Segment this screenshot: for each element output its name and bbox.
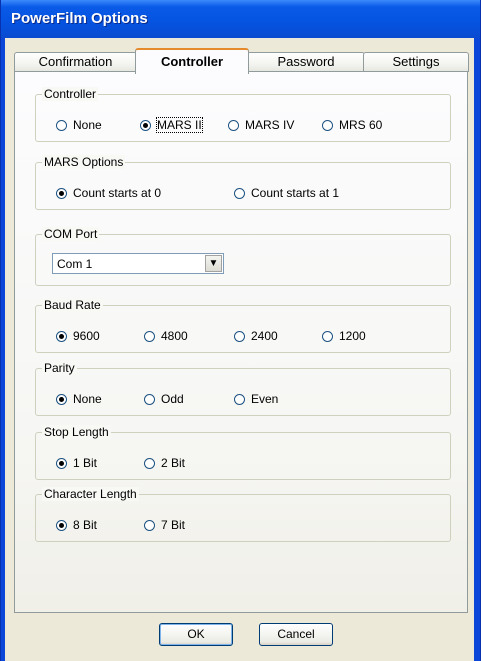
radio-indicator (144, 394, 155, 405)
com-port-value: Com 1 (57, 257, 93, 271)
controller-radio-mrs-60[interactable]: MRS 60 (322, 117, 382, 133)
radio-indicator-checked (140, 120, 151, 131)
radio-indicator (234, 188, 245, 199)
controller-radio-none[interactable]: None (56, 117, 102, 133)
dialog-client: Confirmation Controller Password Setting… (5, 38, 474, 661)
controller-tab-panel: Controller None MARS II MARS IV MRS 60 M… (14, 71, 468, 613)
baud-rate-group-label: Baud Rate (42, 298, 103, 312)
radio-indicator-checked (56, 458, 67, 469)
radio-indicator (144, 520, 155, 531)
chevron-down-icon[interactable]: ▼ (205, 255, 222, 272)
tab-strip: Confirmation Controller Password Setting… (14, 48, 470, 74)
radio-indicator (144, 458, 155, 469)
window-title: PowerFilm Options (11, 10, 148, 27)
baud-radio-1200[interactable]: 1200 (322, 328, 366, 344)
baud-radio-9600[interactable]: 9600 (56, 328, 100, 344)
radio-indicator (234, 331, 245, 342)
com-port-group-label: COM Port (42, 227, 100, 241)
parity-group-label: Parity (42, 361, 77, 375)
stop-radio-1-bit[interactable]: 1 Bit (56, 455, 97, 471)
stop-length-group: Stop Length 1 Bit 2 Bit (35, 425, 451, 480)
radio-indicator (56, 120, 67, 131)
radio-indicator (322, 331, 333, 342)
cancel-button[interactable]: Cancel (259, 623, 333, 646)
mars-options-group: MARS Options Count starts at 0 Count sta… (35, 155, 451, 210)
com-port-select[interactable]: Com 1 ▼ (52, 253, 224, 274)
char-radio-7-bit[interactable]: 7 Bit (144, 517, 185, 533)
radio-indicator-checked (56, 331, 67, 342)
controller-group: Controller None MARS II MARS IV MRS 60 (35, 87, 451, 142)
baud-radio-2400[interactable]: 2400 (234, 328, 278, 344)
controller-radio-mars-iv[interactable]: MARS IV (228, 117, 294, 133)
radio-indicator (322, 120, 333, 131)
options-window: PowerFilm Options Confirmation Controlle… (0, 0, 481, 661)
tab-settings[interactable]: Settings (363, 52, 469, 72)
stop-length-group-label: Stop Length (42, 425, 111, 439)
tab-controller[interactable]: Controller (135, 48, 249, 74)
baud-rate-group: Baud Rate 9600 4800 2400 1200 (35, 298, 451, 353)
radio-indicator (234, 394, 245, 405)
stop-radio-2-bit[interactable]: 2 Bit (144, 455, 185, 471)
com-port-group: COM Port Com 1 ▼ (35, 227, 451, 286)
radio-indicator (228, 120, 239, 131)
char-radio-8-bit[interactable]: 8 Bit (56, 517, 97, 533)
radio-indicator-checked (56, 394, 67, 405)
radio-indicator-checked (56, 520, 67, 531)
parity-radio-even[interactable]: Even (234, 391, 278, 407)
mars-options-group-label: MARS Options (42, 155, 126, 169)
parity-radio-none[interactable]: None (56, 391, 102, 407)
character-length-group: Character Length 8 Bit 7 Bit (35, 487, 451, 542)
mars-radio-count-0[interactable]: Count starts at 0 (56, 185, 161, 201)
ok-button[interactable]: OK (159, 623, 233, 646)
radio-indicator-checked (56, 188, 67, 199)
baud-radio-4800[interactable]: 4800 (144, 328, 188, 344)
tab-confirmation[interactable]: Confirmation (14, 52, 137, 72)
mars-radio-count-1[interactable]: Count starts at 1 (234, 185, 339, 201)
parity-group: Parity None Odd Even (35, 361, 451, 416)
parity-radio-odd[interactable]: Odd (144, 391, 184, 407)
character-length-group-label: Character Length (42, 487, 139, 501)
title-bar[interactable]: PowerFilm Options (1, 0, 480, 38)
controller-radio-mars-ii[interactable]: MARS II (140, 117, 203, 133)
controller-group-label: Controller (42, 87, 99, 101)
tab-password[interactable]: Password (247, 52, 365, 72)
radio-indicator (144, 331, 155, 342)
